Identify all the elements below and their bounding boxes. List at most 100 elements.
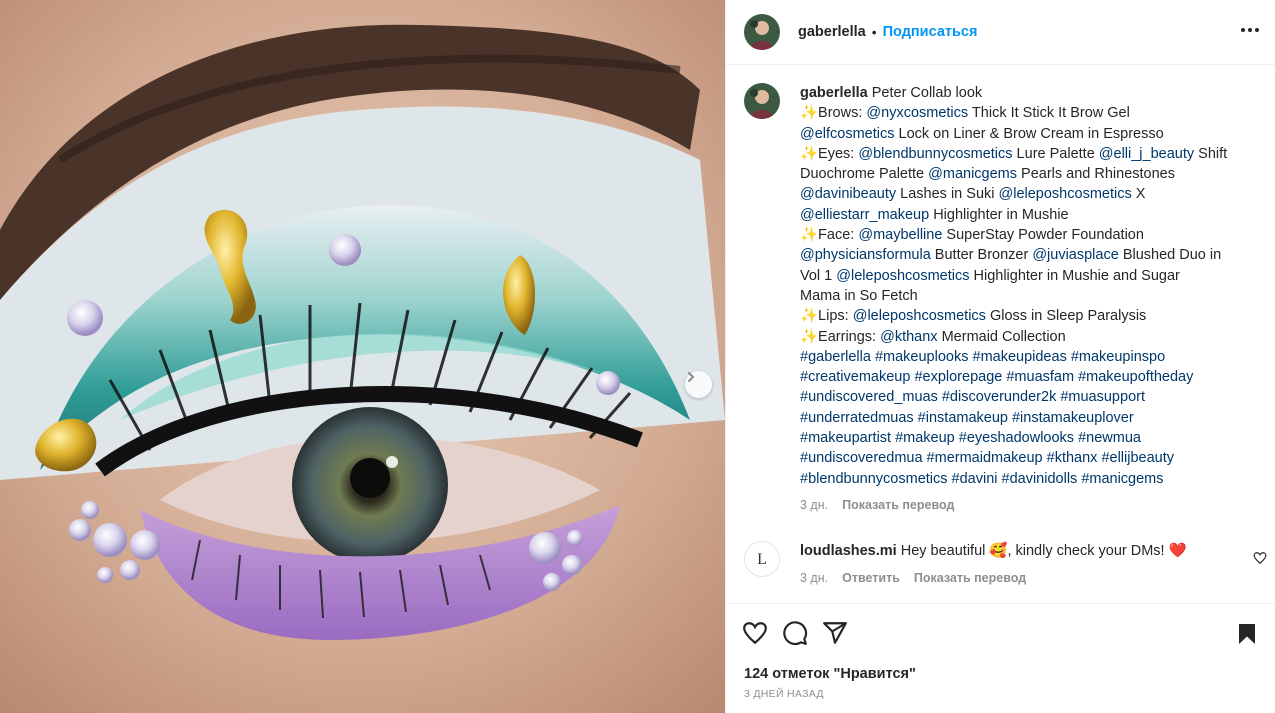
avatar-image — [744, 83, 780, 119]
hashtag-link[interactable]: #makeupartist #makeup #eyeshadowlooks #n… — [800, 430, 1141, 446]
commenter-avatar[interactable]: L — [744, 541, 780, 578]
caption-line: #gaberlella #makeuplooks #makeupideas #m… — [800, 347, 1257, 367]
comment-meta: 3 дн. Ответить Показать перевод — [800, 568, 1257, 588]
caption-segment: Thick It Stick It Brow Gel — [968, 105, 1130, 122]
comments-section[interactable]: gaberlella Peter Collab look ✨Brows: @nyx… — [726, 65, 1275, 603]
caption-segment: Duochrome Palette — [800, 166, 929, 183]
mention-link[interactable]: @blendbunnycosmetics — [858, 146, 1012, 162]
share-icon[interactable] — [822, 620, 848, 646]
caption-segment: Lashes in Suki — [896, 186, 999, 203]
hashtag-link[interactable]: #gaberlella #makeuplooks #makeupideas #m… — [800, 349, 1165, 365]
action-icons — [742, 604, 1259, 662]
mention-link[interactable]: @nyxcosmetics — [866, 105, 968, 121]
post-dialog: gaberlella • Подписаться gaberlella Pete… — [0, 0, 1275, 713]
caption-segment: Butter Bronzer — [930, 247, 1033, 264]
comment-time[interactable]: 3 дн. — [800, 568, 828, 588]
follow-button[interactable]: Подписаться — [883, 24, 978, 40]
post-media[interactable] — [0, 0, 725, 713]
mention-link[interactable]: @elliestarr_makeup — [800, 207, 929, 223]
loudlashes-logo-icon: L — [757, 551, 767, 568]
caption-line: Mama in So Fetch — [800, 286, 1257, 306]
caption-line: ✨Eyes: @blendbunnycosmetics Lure Palette… — [800, 144, 1257, 164]
comment-body: loudlashes.mi Hey beautiful 🥰, kindly ch… — [800, 541, 1257, 588]
caption-line: #underratedmuas #instamakeup #instamakeu… — [800, 408, 1257, 428]
mention-link[interactable]: @leleposhcosmetics — [836, 268, 969, 284]
caption-segment: ✨Face: — [800, 227, 859, 244]
mention-link[interactable]: @leleposhcosmetics — [853, 308, 986, 324]
mention-link[interactable]: @elli_j_beauty — [1099, 146, 1194, 162]
more-dot — [1255, 28, 1259, 32]
caption-meta: 3 дн. Показать перевод — [800, 495, 1257, 515]
caption-segment: SuperStay Powder Foundation — [942, 227, 1144, 244]
caption-segment: Pearls and Rhinestones — [1017, 166, 1176, 183]
likes-count[interactable]: 124 отметок "Нравится" — [742, 666, 1259, 682]
caption-segment: Highlighter in Mushie — [929, 206, 1069, 223]
post-date: 3 ДНЕЙ НАЗАД — [744, 688, 824, 700]
mention-link[interactable]: @maybelline — [858, 227, 942, 243]
caption-segment: ✨Eyes: — [800, 145, 859, 162]
caption-line: #blendbunnycosmetics #davini #davinidoll… — [800, 469, 1257, 489]
mention-link[interactable]: @davinibeauty — [800, 186, 896, 202]
caption-line: ✨Brows: @nyxcosmetics Thick It Stick It … — [800, 103, 1257, 123]
hashtag-link[interactable]: #blendbunnycosmetics #davini #davinidoll… — [800, 471, 1164, 487]
comment-like-heart-icon[interactable] — [1253, 551, 1267, 565]
caption-line: #undiscoveredmua #mermaidmakeup #kthanx … — [800, 448, 1257, 468]
caption-line: #makeupartist #makeup #eyeshadowlooks #n… — [800, 428, 1257, 448]
hashtag-link[interactable]: #creativemakeup #explorepage #muasfam #m… — [800, 369, 1193, 385]
caption-line: #undiscovered_muas #discoverunder2k #mua… — [800, 387, 1257, 407]
caption-segment: Lock on Liner & Brow Cream in Espresso — [894, 125, 1164, 142]
caption-line: ✨Earrings: @kthanx Mermaid Collection — [800, 327, 1257, 347]
more-horizontal-icon — [1241, 28, 1245, 32]
separator-dot: • — [871, 24, 877, 40]
post-photo — [0, 0, 725, 713]
caption-segment: Blushed Duo in — [1118, 247, 1222, 264]
caption-body: gaberlella Peter Collab look ✨Brows: @nyx… — [800, 83, 1257, 515]
caption-segment: Gloss in Sleep Paralysis — [985, 308, 1147, 325]
caption-line: @physiciansformula Butter Bronzer @juvia… — [800, 245, 1257, 265]
heart-icon[interactable] — [742, 620, 768, 646]
caption-time[interactable]: 3 дн. — [800, 495, 828, 515]
comment-item: L loudlashes.mi Hey beautiful 🥰, kindly … — [744, 541, 1267, 588]
bookmark-icon[interactable] — [1235, 621, 1259, 647]
caption-segment: Lure Palette — [1012, 145, 1099, 162]
more-options-button[interactable] — [1235, 22, 1265, 38]
mention-link[interactable]: @elfcosmetics — [800, 126, 895, 142]
mention-link[interactable]: @physiciansformula — [800, 247, 931, 263]
caption-segment: Mama in So Fetch — [800, 287, 918, 304]
caption-author-username[interactable]: gaberlella — [800, 85, 872, 101]
caption-segment: Highlighter in Mushie and Sugar — [969, 267, 1180, 284]
mention-link[interactable]: @kthanx — [880, 329, 937, 345]
hashtag-link[interactable]: #undiscovered_muas #discoverunder2k #mua… — [800, 389, 1145, 405]
caption-text: gaberlella Peter Collab look ✨Brows: @nyx… — [800, 83, 1257, 489]
caption-line: @davinibeauty Lashes in Suki @leleposhco… — [800, 184, 1257, 204]
caption-line: #creativemakeup #explorepage #muasfam #m… — [800, 367, 1257, 387]
comment-translate-link[interactable]: Показать перевод — [914, 568, 1026, 588]
post-actions: 124 отметок "Нравится" 3 ДНЕЙ НАЗАД — [726, 603, 1275, 713]
caption-segment: ✨Lips: — [800, 308, 853, 325]
svg-text:L: L — [757, 551, 767, 568]
mention-link[interactable]: @leleposhcosmetics — [999, 186, 1132, 202]
mention-link[interactable]: @manicgems — [928, 166, 1017, 182]
caption-line: ✨Lips: @leleposhcosmetics Gloss in Sleep… — [800, 306, 1257, 326]
caption-author-avatar[interactable] — [744, 83, 780, 119]
hashtag-link[interactable]: #underratedmuas #instamakeup #instamakeu… — [800, 410, 1134, 426]
chevron-right-icon — [688, 372, 695, 382]
comment-reply-button[interactable]: Ответить — [842, 568, 900, 588]
author-avatar[interactable] — [744, 14, 780, 50]
caption-segment: Vol 1 — [800, 267, 837, 284]
comment-icon[interactable] — [782, 620, 808, 646]
caption-line: Vol 1 @leleposhcosmetics Highlighter in … — [800, 266, 1257, 286]
commenter-username[interactable]: loudlashes.mi — [800, 543, 897, 559]
next-slide-button[interactable] — [685, 371, 712, 398]
caption-segment: Peter Collab look — [871, 85, 983, 101]
caption-translate-link[interactable]: Показать перевод — [842, 495, 954, 515]
hashtag-link[interactable]: #undiscoveredmua #mermaidmakeup #kthanx … — [800, 450, 1174, 466]
caption-line: Duochrome Palette @manicgems Pearls and … — [800, 164, 1257, 184]
comment-text: Hey beautiful 🥰, kindly check your DMs! … — [900, 543, 1187, 560]
caption-segment: ✨Earrings: — [800, 328, 881, 345]
caption-segment: X — [1131, 186, 1146, 203]
author-username[interactable]: gaberlella — [798, 24, 866, 40]
caption-segment: Mermaid Collection — [937, 328, 1066, 345]
post-header: gaberlella • Подписаться — [726, 0, 1275, 65]
mention-link[interactable]: @juviasplace — [1032, 247, 1118, 263]
